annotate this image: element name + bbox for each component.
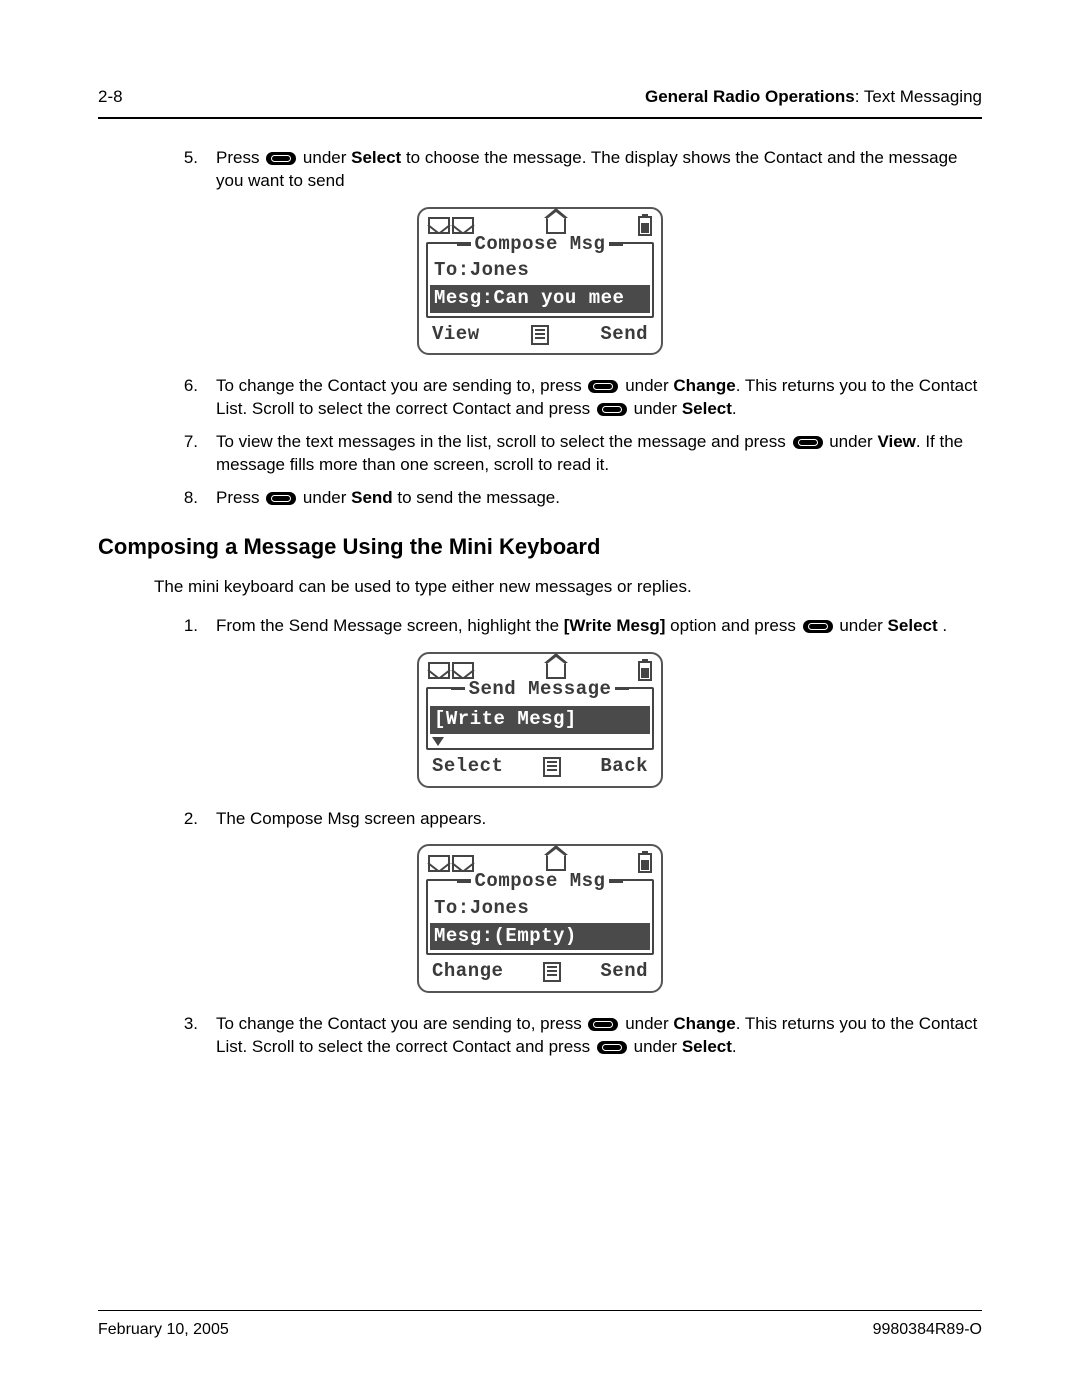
step-5: 5. Press under Select to choose the mess… (174, 147, 982, 193)
step-list-b-cont: 2. The Compose Msg screen appears. (98, 808, 982, 831)
lcd-compose-msg: Compose Msg To:Jones Mesg:Can you mee Vi… (417, 207, 663, 356)
lcd-to-line: To:Jones (428, 895, 652, 923)
down-arrow-icon (432, 737, 444, 746)
step-7: 7. To view the text messages in the list… (174, 431, 982, 477)
menu-icon (543, 757, 561, 777)
envelope-icon (452, 662, 474, 679)
envelope-icon (428, 217, 450, 234)
envelope-icon (428, 855, 450, 872)
footer-docnum: 9980384R89-O (873, 1319, 982, 1341)
lcd-right-softkey: Back (600, 754, 648, 780)
lcd-softkey-row: Select Back (426, 750, 654, 782)
softkey-icon (588, 380, 618, 393)
lcd-write-mesg-line: [Write Mesg] (430, 706, 650, 734)
home-icon (546, 218, 566, 234)
step-b1: 1. From the Send Message screen, highlig… (174, 615, 982, 638)
envelope-icon (452, 855, 474, 872)
section-intro: The mini keyboard can be used to type ei… (154, 576, 982, 599)
lcd-softkey-row: View Send (426, 318, 654, 350)
header-section: General Radio Operations: Text Messaging (645, 86, 982, 109)
envelope-icon (452, 217, 474, 234)
step-list-a: 5. Press under Select to choose the mess… (98, 147, 982, 193)
step-b2: 2. The Compose Msg screen appears. (174, 808, 982, 831)
lcd-compose-empty: Compose Msg To:Jones Mesg:(Empty) Change… (417, 844, 663, 993)
page-number: 2-8 (98, 86, 123, 109)
lcd-title: Send Message (465, 677, 616, 703)
battery-icon (638, 853, 652, 873)
lcd-send-message: Send Message [Write Mesg] Select Back (417, 652, 663, 788)
step-b3: 3. To change the Contact you are sending… (174, 1013, 982, 1059)
softkey-icon (793, 436, 823, 449)
lcd-left-softkey: Change (432, 959, 503, 985)
home-icon (546, 663, 566, 679)
lcd-content-frame: Send Message [Write Mesg] (426, 687, 654, 750)
lcd-title: Compose Msg (471, 232, 610, 258)
lcd-content-frame: Compose Msg To:Jones Mesg:Can you mee (426, 242, 654, 318)
softkey-icon (597, 403, 627, 416)
lcd-right-softkey: Send (600, 959, 648, 985)
page-header: 2-8 General Radio Operations: Text Messa… (98, 86, 982, 113)
footer-date: February 10, 2005 (98, 1319, 229, 1341)
battery-icon (638, 661, 652, 681)
menu-icon (543, 962, 561, 982)
section-heading: Composing a Message Using the Mini Keybo… (98, 532, 982, 562)
lcd-mesg-line: Mesg:(Empty) (430, 923, 650, 951)
lcd-mesg-line: Mesg:Can you mee (430, 285, 650, 313)
lcd-right-softkey: Send (600, 322, 648, 348)
softkey-icon (597, 1041, 627, 1054)
lcd-softkey-row: Change Send (426, 955, 654, 987)
header-rule (98, 117, 982, 119)
battery-icon (638, 216, 652, 236)
lcd-title: Compose Msg (471, 869, 610, 895)
menu-icon (531, 325, 549, 345)
lcd-content-frame: Compose Msg To:Jones Mesg:(Empty) (426, 879, 654, 955)
softkey-icon (266, 492, 296, 505)
envelope-icon (428, 662, 450, 679)
step-list-a-cont: 6. To change the Contact you are sending… (98, 375, 982, 510)
page-footer: February 10, 2005 9980384R89-O (98, 1310, 982, 1341)
step-list-b-cont2: 3. To change the Contact you are sending… (98, 1013, 982, 1059)
step-8: 8. Press under Send to send the message. (174, 487, 982, 510)
softkey-icon (266, 152, 296, 165)
softkey-icon (588, 1018, 618, 1031)
lcd-to-line: To:Jones (428, 257, 652, 285)
step-list-b: 1. From the Send Message screen, highlig… (98, 615, 982, 638)
lcd-left-softkey: View (432, 322, 480, 348)
lcd-left-softkey: Select (432, 754, 503, 780)
softkey-icon (803, 620, 833, 633)
step-6: 6. To change the Contact you are sending… (174, 375, 982, 421)
home-icon (546, 855, 566, 871)
